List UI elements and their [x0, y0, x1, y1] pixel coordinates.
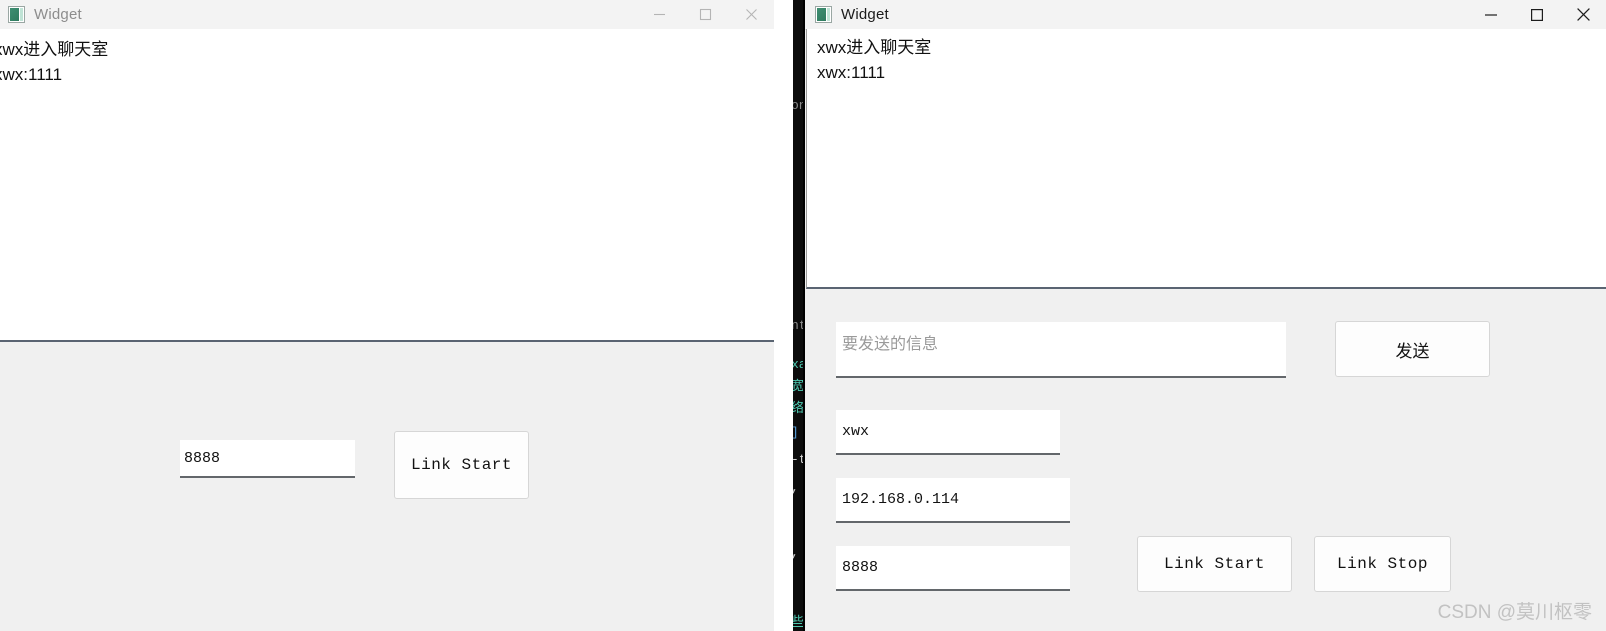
maximize-button[interactable] — [682, 0, 728, 29]
close-button[interactable] — [1560, 0, 1606, 29]
right-window-title: Widget — [841, 6, 889, 23]
code-line: , — [793, 480, 799, 495]
maximize-button[interactable] — [1514, 0, 1560, 29]
ip-address-input[interactable] — [836, 478, 1070, 523]
right-window-titlebar[interactable]: Widget — [805, 0, 1606, 30]
chat-line: xwx:1111 — [817, 63, 886, 82]
right-chat-display[interactable]: xwx进入聊天室 xwx:1111 — [806, 29, 1606, 289]
username-input[interactable] — [836, 410, 1060, 455]
port-input[interactable] — [836, 546, 1070, 591]
left-port-input[interactable] — [180, 440, 355, 478]
minimize-icon — [1485, 13, 1497, 16]
chat-line: xwx进入聊天室 — [817, 38, 932, 57]
screen: on nt xa 宽 络 ] f -t , , 些 Widget — [0, 0, 1606, 631]
left-chat-display[interactable]: xwx进入聊天室 xwx:1111 — [0, 29, 774, 342]
maximize-icon — [1531, 8, 1544, 21]
qt-widget-icon — [8, 6, 25, 23]
right-link-stop-button[interactable]: Link Stop — [1314, 536, 1451, 592]
code-line: , — [793, 545, 799, 560]
qt-widget-icon — [815, 6, 832, 23]
right-widget-window[interactable]: Widget xwx进入聊天室 xwx:1111 要发送的信息 发送 xwx 1… — [805, 0, 1606, 631]
code-line: 宽 — [793, 379, 805, 394]
left-widget-window[interactable]: Widget xwx进入聊天室 xwx:1111 8888 Link Start — [0, 0, 774, 631]
code-line: 络 — [793, 401, 805, 416]
close-button[interactable] — [728, 0, 774, 29]
right-link-start-button[interactable]: Link Start — [1137, 536, 1292, 592]
close-icon — [745, 9, 757, 20]
minimize-icon — [653, 13, 665, 16]
chat-line: xwx进入聊天室 — [0, 40, 109, 59]
maximize-icon — [699, 8, 711, 21]
send-button[interactable]: 发送 — [1335, 321, 1490, 377]
right-window-controls — [1468, 0, 1606, 29]
code-line: 些 — [793, 615, 805, 630]
left-link-start-button[interactable]: Link Start — [394, 431, 529, 499]
minimize-button[interactable] — [1468, 0, 1514, 29]
left-window-titlebar[interactable]: Widget — [0, 0, 774, 30]
right-control-panel: 发送 Link Start Link Stop — [805, 291, 1606, 631]
left-window-controls — [636, 0, 774, 29]
close-icon — [1576, 8, 1590, 21]
left-control-panel — [0, 344, 774, 631]
left-window-title: Widget — [34, 6, 82, 23]
chat-line: xwx:1111 — [0, 65, 63, 84]
message-input[interactable] — [836, 322, 1286, 378]
minimize-button[interactable] — [636, 0, 682, 29]
